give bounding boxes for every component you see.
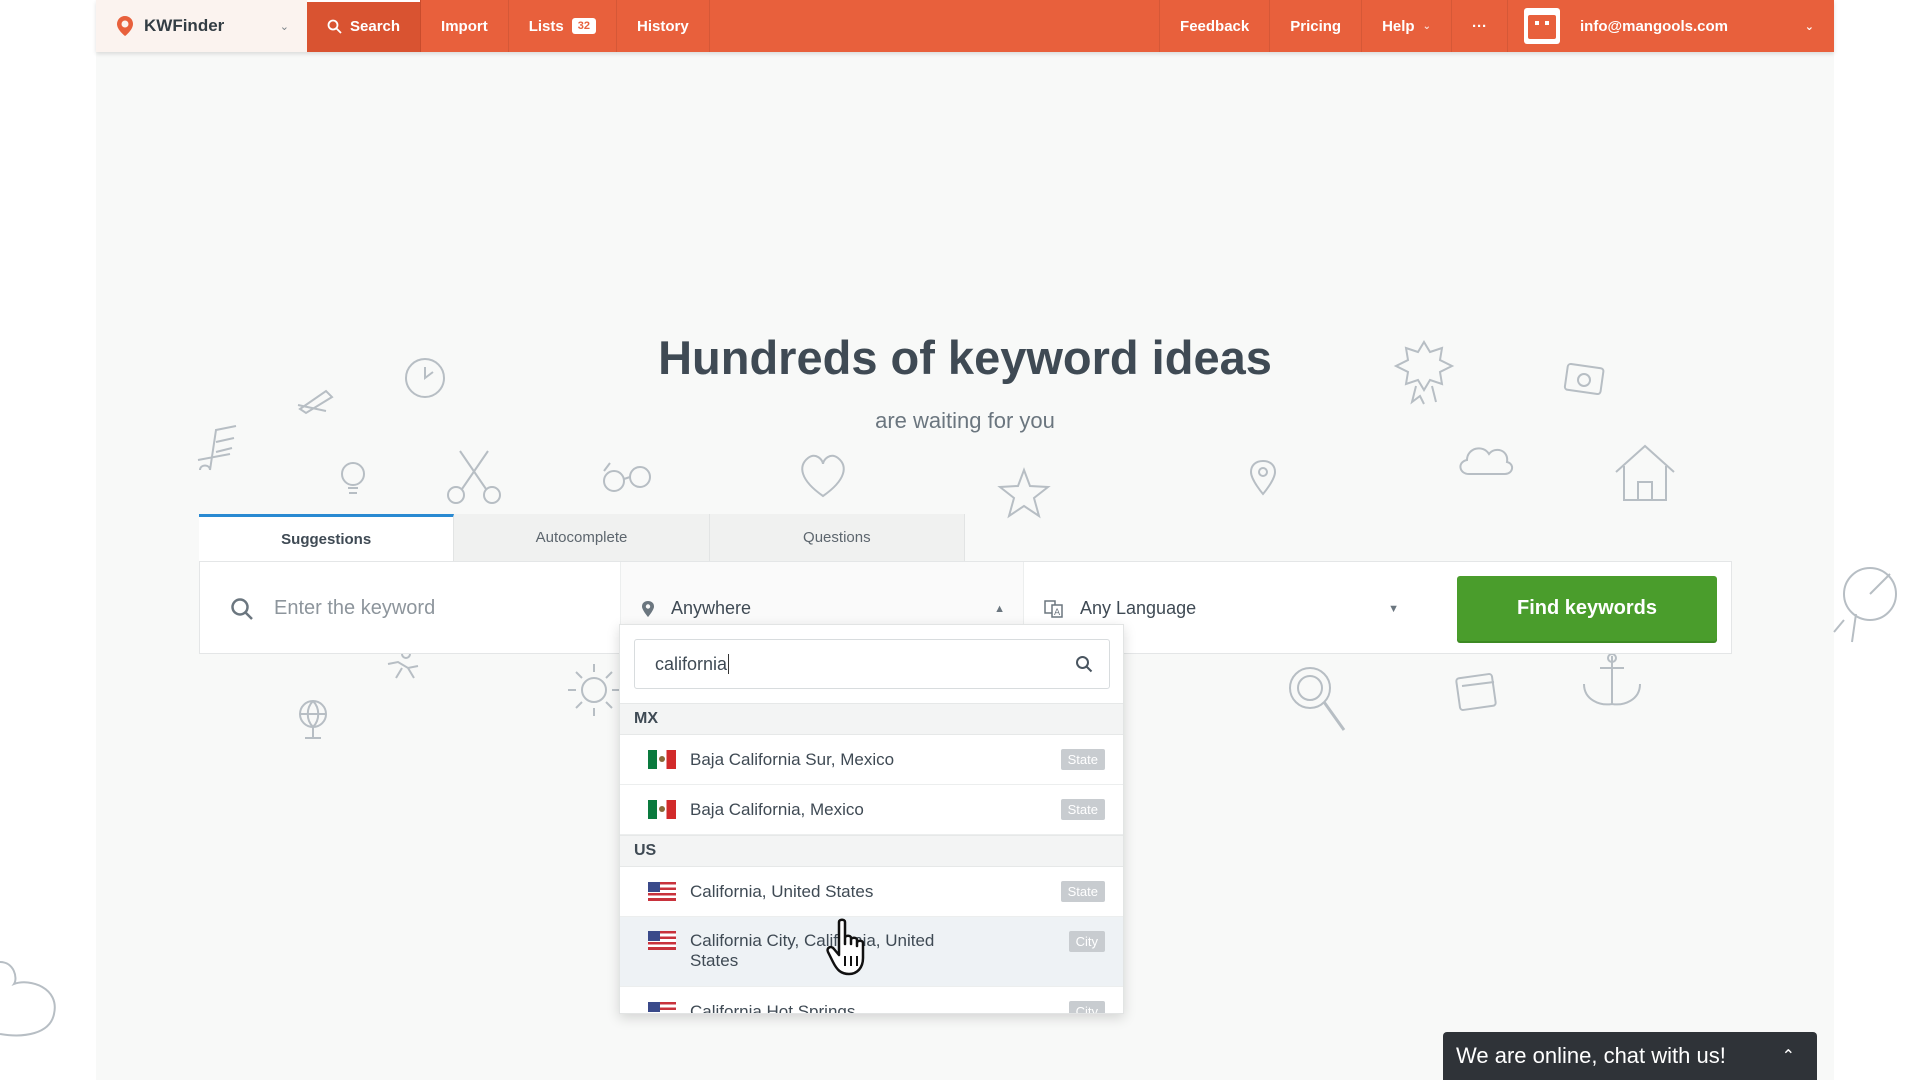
chat-label: We are online, chat with us! [1456, 1043, 1726, 1068]
location-option[interactable]: California, United States State [620, 867, 1123, 917]
location-option[interactable]: Baja California Sur, Mexico State [620, 735, 1123, 785]
option-label: Baja California, Mexico [690, 799, 864, 819]
nav-lists[interactable]: Lists 32 [509, 0, 617, 52]
keyword-placeholder: Enter the keyword [274, 597, 436, 619]
star-icon [997, 467, 1051, 519]
cursor-target-icon [1833, 567, 1897, 643]
tab-questions[interactable]: Questions [709, 514, 965, 561]
search-mode-tabs: Suggestions Autocomplete Questions [199, 514, 965, 561]
location-type-badge: City [1068, 1001, 1105, 1013]
lists-count-badge: 32 [571, 18, 596, 34]
user-email: info@mangools.com [1580, 17, 1728, 35]
sun-icon [568, 664, 620, 716]
us-flag-icon [648, 882, 676, 901]
nav-feedback[interactable]: Feedback [1159, 0, 1269, 52]
globe-icon [299, 700, 327, 739]
location-type-badge: City [1068, 931, 1105, 952]
tab-autocomplete[interactable]: Autocomplete [454, 514, 710, 561]
group-header-mx: MX [620, 703, 1123, 735]
find-keywords-button[interactable]: Find keywords [1457, 576, 1717, 641]
option-label: California, United States [690, 881, 874, 901]
group-header-us: US [620, 835, 1123, 867]
scissors-icon [447, 450, 501, 504]
chevron-down-icon: ⌄ [1804, 20, 1814, 33]
hero-title: Hundreds of keyword ideas [658, 331, 1272, 384]
nav-history-label: History [636, 17, 689, 35]
location-search-input[interactable]: california [634, 639, 1110, 689]
chevron-up-icon: ⌃ [1781, 1048, 1795, 1065]
nav-import[interactable]: Import [421, 0, 509, 52]
chevron-down-icon: ⌄ [1422, 20, 1431, 32]
lightbulb-icon [341, 462, 365, 494]
search-icon [327, 19, 342, 34]
location-value: Anywhere [671, 598, 752, 618]
location-option[interactable]: California Hot Springs City [620, 987, 1123, 1014]
nav-search-label: Search [350, 17, 401, 35]
more-icon: ··· [1472, 17, 1487, 35]
keyword-input[interactable]: Enter the keyword [200, 562, 620, 655]
nav-help[interactable]: Help ⌄ [1361, 0, 1451, 52]
chevron-down-icon: ⌄ [279, 20, 289, 33]
nav-pricing[interactable]: Pricing [1269, 0, 1361, 52]
nav-feedback-label: Feedback [1180, 17, 1250, 35]
mexico-flag-icon [648, 800, 676, 819]
language-value: Any Language [1080, 598, 1197, 618]
app-name: KWFinder [144, 16, 225, 35]
nav-search[interactable]: Search [307, 0, 422, 52]
heart-icon [801, 454, 845, 498]
anchor-icon [1583, 653, 1641, 706]
top-navbar: KWFinder ⌄ Search Import Lists 32 Histor… [96, 0, 1834, 52]
option-label: California Hot Springs [690, 1001, 856, 1014]
cloud-icon [1459, 447, 1513, 475]
hand-pointer-cursor-icon [826, 918, 865, 976]
magnifier-icon [1289, 667, 1346, 731]
us-flag-icon [648, 931, 676, 950]
location-type-badge: State [1060, 881, 1105, 902]
app-switcher[interactable]: KWFinder ⌄ [96, 0, 307, 52]
nav-right-group: Feedback Pricing Help ⌄ ··· info@mangool… [1159, 0, 1834, 52]
search-icon [231, 597, 253, 620]
calendar-icon [1455, 673, 1497, 711]
nav-more[interactable]: ··· [1451, 0, 1507, 52]
us-flag-icon [648, 1002, 676, 1013]
search-icon [1076, 656, 1093, 673]
option-label: Baja California Sur, Mexico [690, 749, 895, 769]
chevron-up-icon: ▲ [994, 602, 1005, 615]
cloud-outline-icon [0, 961, 56, 1037]
location-pin-icon [642, 600, 654, 617]
location-pin-icon [1249, 459, 1277, 496]
location-search-value: california [655, 653, 728, 674]
hero-subtitle: are waiting for you [875, 408, 1055, 433]
glasses-icon [603, 462, 651, 492]
house-icon [1615, 444, 1675, 501]
chevron-down-icon: ▼ [1388, 602, 1399, 615]
location-option[interactable]: Baja California, Mexico State [620, 785, 1123, 835]
tab-suggestions[interactable]: Suggestions [199, 514, 455, 561]
text-cursor [728, 654, 730, 674]
nav-help-label: Help [1382, 17, 1415, 35]
mexico-flag-icon [648, 750, 676, 769]
nav-history[interactable]: History [617, 0, 710, 52]
svg-text:A: A [1054, 608, 1061, 618]
chat-widget[interactable]: We are online, chat with us! ⌃ [1443, 1032, 1817, 1080]
translate-icon: A [1044, 599, 1063, 618]
nav-lists-label: Lists [528, 17, 564, 35]
nav-import-label: Import [441, 17, 488, 35]
kwfinder-logo-icon [117, 16, 133, 36]
user-menu[interactable]: info@mangools.com ⌄ [1507, 0, 1834, 52]
location-type-badge: State [1060, 749, 1105, 770]
location-type-badge: State [1060, 799, 1105, 820]
avatar [1524, 8, 1560, 44]
nav-pricing-label: Pricing [1290, 17, 1342, 35]
